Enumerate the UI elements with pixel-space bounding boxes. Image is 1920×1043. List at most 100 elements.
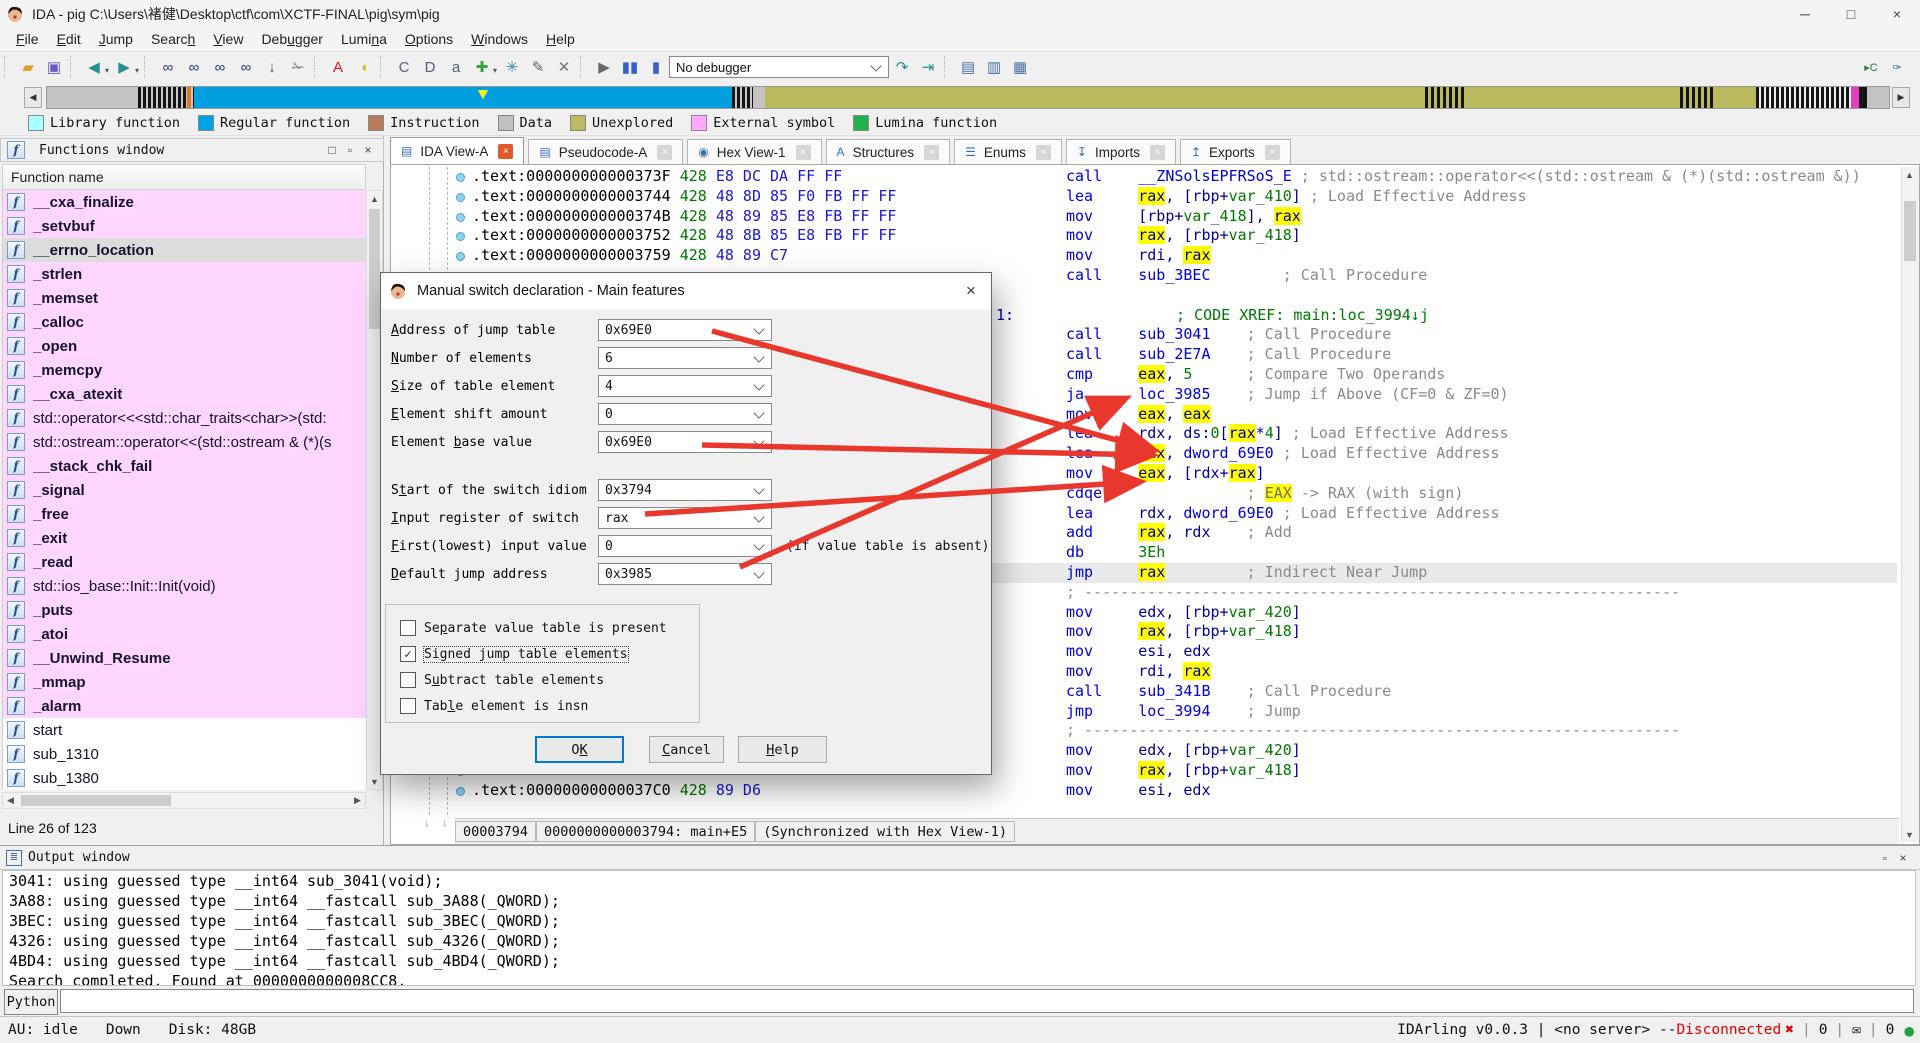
minimize-button[interactable]: ─ xyxy=(1782,0,1828,27)
maximize-button[interactable]: □ xyxy=(1828,0,1874,27)
scroll-up-icon[interactable]: ▲ xyxy=(1902,167,1917,182)
checkbox-separate-value-table-is-present[interactable]: Separate value table is present xyxy=(400,615,667,641)
chevron-down-icon[interactable]: ▾ xyxy=(105,66,109,75)
disasm-vertical-scrollbar[interactable]: ▲ ▼ xyxy=(1901,167,1919,842)
dialog-titlebar[interactable]: Manual switch declaration - Main feature… xyxy=(381,273,991,309)
trace-icon[interactable]: ▦ xyxy=(1008,55,1032,79)
tab-close-icon[interactable]: × xyxy=(796,145,811,160)
cancel-button[interactable]: Cancel xyxy=(649,736,724,763)
menu-edit[interactable]: Edit xyxy=(51,28,87,50)
navigator-band[interactable] xyxy=(46,86,1890,109)
menu-jump[interactable]: Jump xyxy=(93,28,139,50)
function-list-item[interactable]: f_free xyxy=(3,502,367,526)
function-list-item[interactable]: f_open xyxy=(3,334,367,358)
tab-ida-view-a[interactable]: ▤IDA View-A× xyxy=(390,137,524,164)
menu-file[interactable]: File xyxy=(10,28,45,50)
menu-search[interactable]: Search xyxy=(145,28,201,50)
field-combo[interactable]: 0x3985 xyxy=(598,563,772,585)
scroll-down-icon[interactable]: ▼ xyxy=(1902,827,1917,842)
menu-lumina[interactable]: Lumina xyxy=(335,28,393,50)
navband-left-arrow[interactable]: ◀ xyxy=(24,87,42,108)
disasm-row[interactable]: .text:00000000000037C0 428 89 D6mov esi,… xyxy=(456,781,1897,801)
chevron-down-icon[interactable]: ▾ xyxy=(135,66,139,75)
scroll-right-icon[interactable]: ▶ xyxy=(350,793,365,808)
make-code-icon[interactable]: C xyxy=(392,55,416,79)
menu-help[interactable]: Help xyxy=(540,28,581,50)
output-float-icon[interactable]: ▫ xyxy=(1876,851,1894,865)
output-window-header[interactable]: ≣ Output window ▫ × xyxy=(0,846,1920,870)
functions-close-icon[interactable]: × xyxy=(359,143,377,157)
function-list-item[interactable]: fstd::ostream::operator<<(std::ostream &… xyxy=(3,430,367,454)
save-file-icon[interactable]: ▣ xyxy=(42,55,66,79)
checkbox-signed-jump-table-elements[interactable]: ✓Signed jump table elements xyxy=(400,641,628,667)
function-list-item[interactable]: f_mmap xyxy=(3,670,367,694)
field-combo[interactable]: 0x3794 xyxy=(598,479,772,501)
function-list-item[interactable]: f_exit xyxy=(3,526,367,550)
tab-close-icon[interactable]: × xyxy=(924,145,939,160)
checkbox-box[interactable] xyxy=(400,672,416,688)
close-button[interactable]: × xyxy=(1874,0,1920,27)
checkbox-box[interactable] xyxy=(400,620,416,636)
menu-windows[interactable]: Windows xyxy=(465,28,534,50)
functions-horizontal-scrollbar[interactable]: ◀ ▶ xyxy=(2,792,366,809)
scroll-down-icon[interactable]: ▼ xyxy=(367,774,382,789)
tab-close-icon[interactable]: × xyxy=(1036,145,1051,160)
ok-button[interactable]: OK xyxy=(535,736,624,763)
tab-hex-view-1[interactable]: ◉Hex View-1× xyxy=(687,139,821,164)
function-list-item[interactable]: fstd::ios_base::Init::Init(void) xyxy=(3,574,367,598)
edit-func-icon[interactable]: ✳ xyxy=(500,55,524,79)
output-log[interactable]: 3041: using guessed type __int64 sub_304… xyxy=(2,870,1916,986)
debug-start-icon[interactable]: ▶ xyxy=(592,55,616,79)
function-list-item[interactable]: f__cxa_atexit xyxy=(3,382,367,406)
scroll-left-icon[interactable]: ◀ xyxy=(3,793,18,808)
function-list-item[interactable]: fstd::operator<<<std::char_traits<char>>… xyxy=(3,406,367,430)
tab-close-icon[interactable]: × xyxy=(1265,145,1280,160)
tab-close-icon[interactable]: × xyxy=(1150,145,1165,160)
function-list-item[interactable]: f__stack_chk_fail xyxy=(3,454,367,478)
tab-pseudocode-a[interactable]: ▤Pseudocode-A× xyxy=(528,139,683,164)
breakpoint-list-icon[interactable]: ▤ xyxy=(956,55,980,79)
navband-right-arrow[interactable]: ▶ xyxy=(1892,87,1910,108)
chevron-down-icon[interactable]: ▾ xyxy=(493,66,497,75)
step-over-icon[interactable]: ⇥ xyxy=(916,55,940,79)
output-close-icon[interactable]: × xyxy=(1894,851,1912,865)
function-list-item[interactable]: f__cxa_finalize xyxy=(3,190,367,214)
plugin-script-icon[interactable]: ✑ xyxy=(1885,55,1909,79)
checkbox-box[interactable] xyxy=(400,698,416,714)
function-list-item[interactable]: f_calloc xyxy=(3,310,367,334)
field-combo[interactable]: 4 xyxy=(598,375,772,397)
field-combo[interactable]: 6 xyxy=(598,347,772,369)
function-list-item[interactable]: f_signal xyxy=(3,478,367,502)
tab-structures[interactable]: AStructures× xyxy=(826,139,951,164)
function-list-item[interactable]: f_puts xyxy=(3,598,367,622)
watch-icon[interactable]: ▥ xyxy=(982,55,1006,79)
functions-pin-icon[interactable]: ▫ xyxy=(341,143,359,157)
functions-column-header[interactable]: Function name xyxy=(2,164,366,190)
rename-icon[interactable]: ✎ xyxy=(526,55,550,79)
cut-icon[interactable]: ✁ xyxy=(286,55,310,79)
checkbox-table-element-is-insn[interactable]: Table element is insn xyxy=(400,693,588,719)
function-list-item[interactable]: fsub_1380 xyxy=(3,766,367,790)
search-jump-icon[interactable]: ∞ xyxy=(156,55,180,79)
tab-exports[interactable]: ↥Exports× xyxy=(1180,139,1291,164)
scroll-up-icon[interactable]: ▲ xyxy=(367,191,382,206)
python-input[interactable] xyxy=(60,989,1914,1013)
lumina-icon[interactable]: ◖ xyxy=(352,55,376,79)
plugin-terminal-icon[interactable]: ▸C xyxy=(1859,55,1883,79)
mail-icon[interactable]: ✉ xyxy=(1852,1022,1861,1038)
function-list-item[interactable]: f_memcpy xyxy=(3,358,367,382)
tab-close-icon[interactable]: × xyxy=(498,144,513,159)
step-into-icon[interactable]: ↷ xyxy=(890,55,914,79)
tab-imports[interactable]: ↧Imports× xyxy=(1066,139,1176,164)
function-list-item[interactable]: f_memset xyxy=(3,286,367,310)
tab-close-icon[interactable]: × xyxy=(657,145,672,160)
function-list-item[interactable]: f_strlen xyxy=(3,262,367,286)
debug-stop-icon[interactable]: ▮ xyxy=(644,55,668,79)
tab-enums[interactable]: ☰Enums× xyxy=(954,139,1062,164)
menu-view[interactable]: View xyxy=(207,28,249,50)
function-list-item[interactable]: f_alarm xyxy=(3,694,367,718)
debug-pause-icon[interactable]: ▮▮ xyxy=(618,55,642,79)
disasm-row[interactable]: .text:0000000000003744 428 48 8D 85 F0 F… xyxy=(456,187,1897,207)
field-combo[interactable]: rax xyxy=(598,507,772,529)
add-func-icon[interactable]: ✚ xyxy=(470,55,494,79)
